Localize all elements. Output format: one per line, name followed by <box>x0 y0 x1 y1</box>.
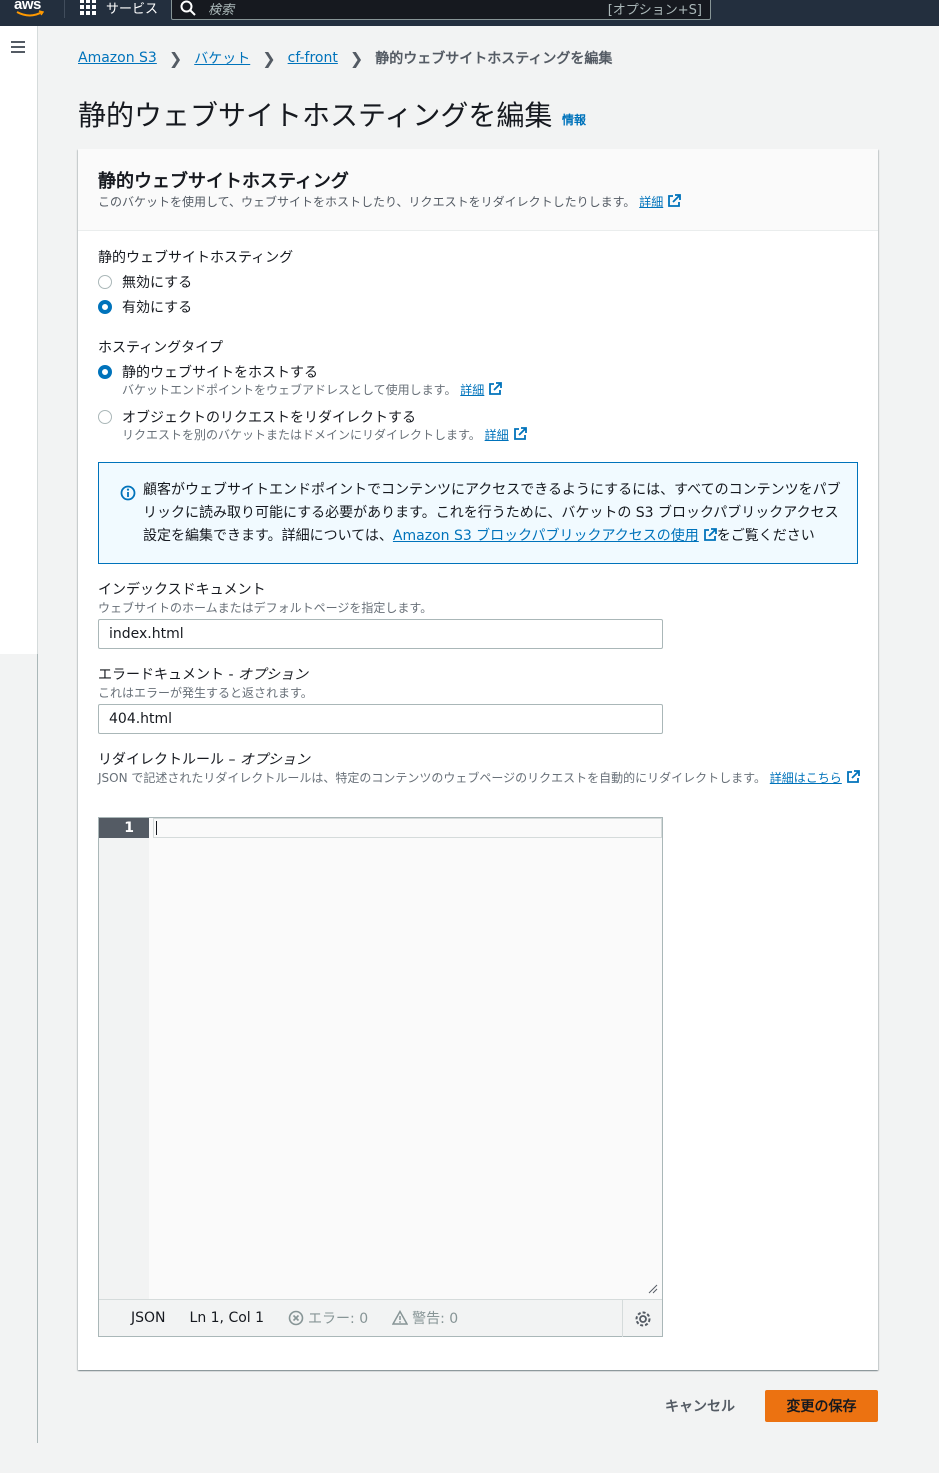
editor-gutter: 1 <box>99 818 149 1299</box>
error-document-label: エラードキュメント - オプション <box>98 664 308 684</box>
alert-text: 顧客がウェブサイトエンドポイントでコンテンツにアクセスできるようにするには、すべ… <box>143 479 843 548</box>
hosting-panel: 静的ウェブサイトホスティング このバケットを使用して、ウェブサイトをホストしたり… <box>78 149 878 1370</box>
panel-header: 静的ウェブサイトホスティング このバケットを使用して、ウェブサイトをホストしたり… <box>78 149 878 231</box>
gear-icon <box>635 1311 650 1326</box>
search-placeholder: 検索 <box>208 2 235 18</box>
radio-redirect-label: オブジェクトのリクエストをリダイレクトする <box>122 410 416 426</box>
editor-position: Ln 1, Col 1 <box>189 1310 265 1326</box>
external-link-icon <box>703 528 717 541</box>
chevron-right-icon: ❯ <box>168 48 183 68</box>
alert-text-after: をご覧ください <box>716 528 815 544</box>
top-navigation: aws サービス 検索 [オプション+S] <box>0 0 939 26</box>
warning-icon <box>392 1310 409 1325</box>
breadcrumb-amazon-s3[interactable]: Amazon S3 <box>78 50 157 66</box>
external-link-icon <box>513 427 527 440</box>
radio-button-selected[interactable] <box>98 365 112 379</box>
aws-logo[interactable]: aws <box>14 0 50 22</box>
radio-disable-label: 無効にする <box>122 275 193 291</box>
hosting-type-label: ホスティングタイプ <box>98 340 224 356</box>
radio-host-static[interactable]: 静的ウェブサイトをホストする <box>98 362 318 382</box>
save-changes-button[interactable]: 変更の保存 <box>765 1390 878 1422</box>
search-input[interactable]: 検索 [オプション+S] <box>171 0 711 20</box>
redirect-rules-desc-text: JSON で記述されたリダイレクトルールは、特定のコンテンツのウェブページのリク… <box>98 771 766 785</box>
details-link[interactable]: 詳細 <box>485 428 509 442</box>
learn-more-link[interactable]: 詳細はこちら <box>770 771 842 785</box>
radio-enable[interactable]: 有効にする <box>98 297 192 317</box>
editor-errors[interactable]: エラー: 0 <box>288 1308 368 1328</box>
radio-desc-text: リクエストを別のバケットまたはドメインにリダイレクトします。 <box>122 428 481 442</box>
redirect-rules-editor[interactable]: 1 JSON Ln 1, Col 1 エラー: 0 警告: 0 <box>98 817 663 1337</box>
radio-button-selected[interactable] <box>98 300 112 314</box>
search-icon <box>180 0 196 16</box>
error-document-desc: これはエラーが発生すると返されます。 <box>98 686 313 700</box>
line-number: 1 <box>99 818 149 838</box>
index-document-input[interactable]: index.html <box>98 619 663 649</box>
breadcrumb: Amazon S3 ❯ バケット ❯ cf-front ❯ 静的ウェブサイトホス… <box>78 48 612 68</box>
panel-title: 静的ウェブサイトホスティング <box>98 171 349 192</box>
info-link[interactable]: 情報 <box>562 111 586 128</box>
breadcrumb-current: 静的ウェブサイトホスティングを編集 <box>375 51 613 67</box>
panel-description: このバケットを使用して、ウェブサイトをホストしたり、リクエストをリダイレクトした… <box>98 193 682 210</box>
aws-smile-icon <box>16 10 44 17</box>
block-public-access-link[interactable]: Amazon S3 ブロックパブリックアクセスの使用 <box>393 528 699 544</box>
radio-redirect[interactable]: オブジェクトのリクエストをリダイレクトする <box>98 407 416 427</box>
hosting-label: 静的ウェブサイトホスティング <box>98 250 294 266</box>
radio-desc-text: バケットエンドポイントをウェブアドレスとして使用します。 <box>122 383 457 397</box>
search-shortcut: [オプション+S] <box>607 2 702 18</box>
index-document-label: インデックスドキュメント <box>98 582 266 598</box>
radio-enable-label: 有効にする <box>122 300 193 316</box>
services-label: サービス <box>106 1 159 17</box>
editor-settings-button[interactable] <box>622 1300 662 1337</box>
external-link-icon <box>668 194 682 207</box>
chevron-right-icon: ❯ <box>262 48 276 68</box>
radio-host-static-label: 静的ウェブサイトをホストする <box>122 365 318 381</box>
breadcrumb-buckets[interactable]: バケット <box>194 48 250 68</box>
editor-statusbar: JSON Ln 1, Col 1 エラー: 0 警告: 0 <box>99 1299 662 1337</box>
page-title: 静的ウェブサイトホスティングを編集 <box>78 99 553 132</box>
editor-warnings-label: 警告: 0 <box>412 1311 459 1327</box>
error-document-input[interactable]: 404.html <box>98 704 663 734</box>
error-document-label-text: エラードキュメント - <box>98 667 238 683</box>
editor-warnings[interactable]: 警告: 0 <box>392 1308 458 1328</box>
radio-disable[interactable]: 無効にする <box>98 272 192 292</box>
radio-host-static-desc: バケットエンドポイントをウェブアドレスとして使用します。 詳細 <box>122 381 503 398</box>
external-link-icon <box>846 770 860 783</box>
details-link[interactable]: 詳細 <box>460 383 484 397</box>
radio-button[interactable] <box>98 275 112 289</box>
sidebar-lower <box>0 654 38 1443</box>
redirect-rules-desc: JSON で記述されたリダイレクトルールは、特定のコンテンツのウェブページのリク… <box>98 769 860 786</box>
radio-button[interactable] <box>98 410 112 424</box>
panel-description-text: このバケットを使用して、ウェブサイトをホストしたり、リクエストをリダイレクトした… <box>98 195 636 209</box>
chevron-right-icon: ❯ <box>349 48 364 68</box>
resize-handle-icon[interactable] <box>648 1284 658 1294</box>
editor-cursor <box>156 821 157 835</box>
info-alert: 顧客がウェブサイトエンドポイントでコンテンツにアクセスできるようにするには、すべ… <box>98 462 858 564</box>
error-icon <box>288 1310 304 1326</box>
grid-icon <box>80 0 96 15</box>
external-link-icon <box>489 382 503 395</box>
menu-icon[interactable] <box>11 41 25 53</box>
optional-label: オプション <box>239 752 310 768</box>
breadcrumb-bucket[interactable]: cf-front <box>288 50 338 66</box>
editor-errors-label: エラー: 0 <box>308 1311 369 1327</box>
info-icon <box>120 485 136 501</box>
services-menu-button[interactable]: サービス <box>80 0 158 17</box>
details-link[interactable]: 詳細 <box>639 195 663 209</box>
index-document-desc: ウェブサイトのホームまたはデフォルトページを指定します。 <box>98 601 433 615</box>
nav-divider <box>64 0 65 18</box>
redirect-rules-label-text: リダイレクトルール – <box>98 752 240 768</box>
radio-redirect-desc: リクエストを別のバケットまたはドメインにリダイレクトします。 詳細 <box>122 426 527 443</box>
redirect-rules-label: リダイレクトルール – オプション <box>98 749 310 769</box>
optional-label: オプション <box>237 667 308 683</box>
editor-active-line[interactable] <box>153 818 662 838</box>
editor-language: JSON <box>131 1310 166 1326</box>
cancel-button[interactable]: キャンセル <box>650 1390 750 1422</box>
